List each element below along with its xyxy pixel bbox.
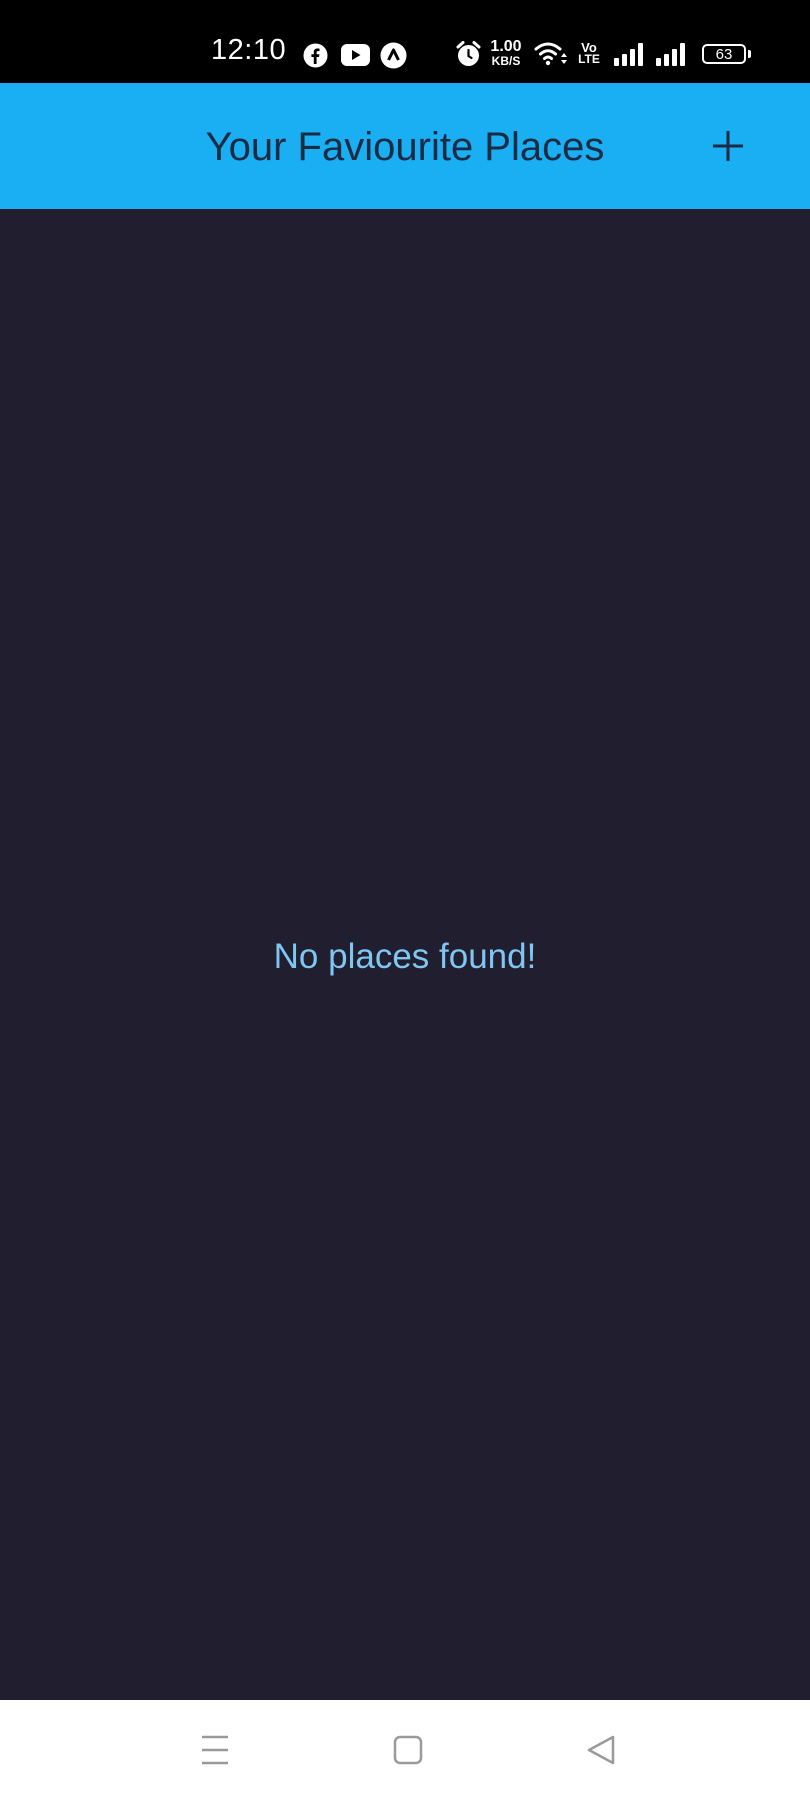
empty-state-message: No places found! (273, 937, 537, 976)
app-bar: Your Faviourite Places (0, 83, 810, 209)
back-icon (587, 1735, 615, 1765)
home-button[interactable] (383, 1730, 433, 1770)
status-bar: 12:10 1.00 KB/S Vo LTE 63 (0, 0, 810, 83)
page-title: Your Faviourite Places (205, 125, 605, 169)
signal-sim2-icon (656, 43, 685, 66)
home-icon (393, 1735, 423, 1765)
battery-tip (748, 50, 751, 58)
volte-label-bottom: LTE (578, 52, 600, 66)
recent-apps-icon (202, 1735, 228, 1765)
network-speed-value: 1.00 (490, 38, 522, 55)
battery-icon: 63 (702, 44, 746, 64)
app-screen: 12:10 1.00 KB/S Vo LTE 63 Your Faviourit… (0, 0, 810, 1800)
status-time: 12:10 (211, 34, 287, 66)
battery-level: 63 (715, 46, 733, 63)
signal-sim1-icon (614, 43, 643, 66)
back-button[interactable] (577, 1730, 627, 1770)
youtube-icon (341, 44, 370, 66)
places-list-area: No places found! (0, 209, 810, 1700)
wifi-icon (534, 42, 567, 66)
app-notification-icon (380, 42, 407, 69)
add-place-button[interactable] (703, 121, 753, 171)
plus-icon (713, 131, 743, 161)
alarm-icon (456, 41, 481, 66)
recent-apps-button[interactable] (190, 1730, 240, 1770)
network-speed-unit: KB/S (491, 54, 521, 68)
system-navigation-bar (0, 1700, 810, 1800)
facebook-icon (303, 43, 328, 68)
